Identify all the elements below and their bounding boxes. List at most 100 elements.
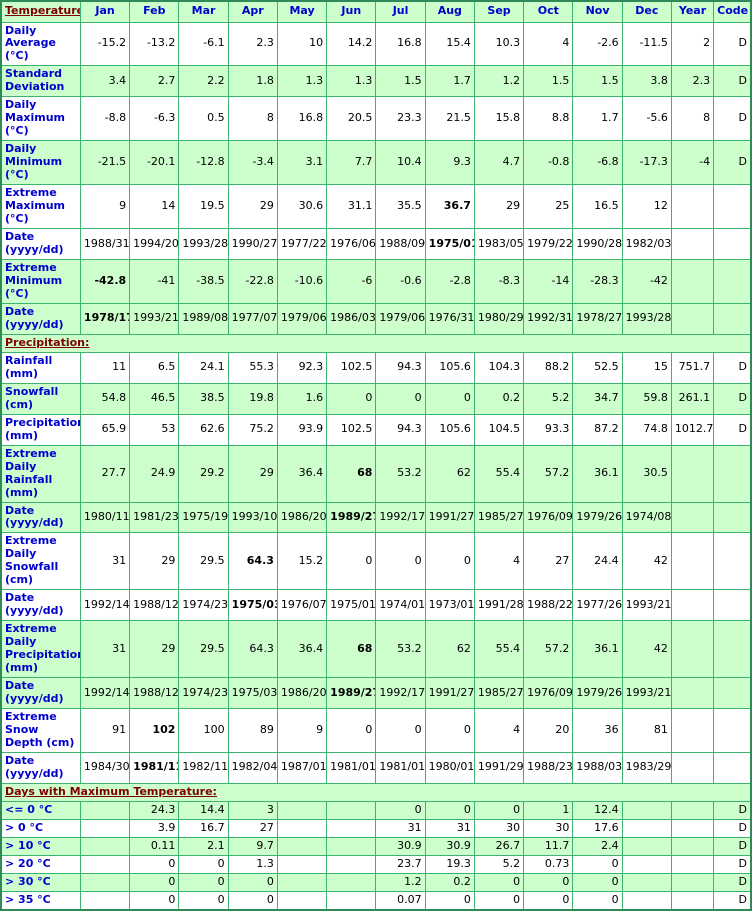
cell-aug: 1991/27 [424,501,475,534]
cell-code [713,259,752,304]
cell-dec: -5.6 [621,96,672,142]
cell-apr: 1993/10 [227,501,278,534]
cell-jan: 1988/31 [79,228,131,260]
cell-jan: 3.4 [79,65,131,98]
table-row: > 30 °C 0 0 0 1.2 0.2 0 0 0 D [0,872,752,892]
cell-dec: 1993/21 [621,589,672,622]
cell-oct: 8.8 [523,96,574,142]
cell-code: D [713,351,752,384]
section-header-row: Days with Maximum Temperature: [0,782,752,802]
row-label: > 35 °C [0,890,81,911]
cell-jan [79,836,131,856]
table-row: Date (yyyy/dd) 1978/17 1993/21 1989/08 1977/… [0,302,752,335]
cell-mar: -6.1 [178,21,229,67]
cell-jan [79,818,131,838]
cell-code: D [713,872,752,892]
cell-code [713,302,752,335]
cell-aug: 62 [424,620,475,679]
cell-dec: 42 [621,532,672,591]
cell-jun: 0 [326,532,377,591]
table-row: Date (yyyy/dd) 1980/11 1981/23 1975/19 1993/… [0,501,752,534]
cell-jun: 0 [326,708,377,753]
cell-year: -4 [670,140,715,186]
cell-may: 1.6 [276,382,328,415]
cell-nov: -28.3 [572,259,623,304]
cell-mar: 2.2 [178,65,229,98]
row-label: Daily Maximum (°C) [0,96,81,142]
cell-apr: 0 [227,890,278,911]
cell-aug: 0 [424,532,475,591]
header-month-may: May [276,0,328,23]
cell-code: D [713,21,752,67]
cell-sep: 55.4 [473,444,525,503]
cell-may: 15.2 [276,532,328,591]
header-month-oct: Oct [523,0,574,23]
cell-jul: 10.4 [375,140,426,186]
cell-nov: 12.4 [572,800,623,820]
cell-jun [326,854,377,874]
cell-oct: 93.3 [523,413,574,446]
cell-dec: 42 [621,620,672,679]
header-temperature-label: Temperature: [0,0,81,23]
cell-oct: 57.2 [523,444,574,503]
cell-jan: 1992/14 [79,677,131,710]
cell-nov: 16.5 [572,184,623,230]
cell-oct: -14 [523,259,574,304]
cell-jun: -6 [326,259,377,304]
cell-sep: 4 [473,532,525,591]
cell-feb: 29 [129,532,180,591]
cell-code: D [713,140,752,186]
cell-feb: -13.2 [129,21,180,67]
cell-jun: 1989/27 [326,677,377,710]
cell-may: 3.1 [276,140,328,186]
cell-year [670,620,715,679]
cell-year [670,184,715,230]
cell-jun: 68 [326,620,377,679]
cell-aug: -2.8 [424,259,475,304]
cell-oct: 30 [523,818,574,838]
cell-sep: 55.4 [473,620,525,679]
cell-may: 1979/06 [276,302,328,335]
cell-apr: 89 [227,708,278,753]
cell-jun: 1981/01+ [326,751,377,784]
row-label: > 30 °C [0,872,81,892]
cell-dec [621,854,672,874]
cell-nov: 0 [572,854,623,874]
cell-jan: 1984/30 [79,751,131,784]
cell-dec: 1993/28 [621,302,672,335]
cell-sep: 30 [473,818,525,838]
cell-jul: 0 [375,800,426,820]
cell-code: D [713,800,752,820]
cell-oct: 0.73 [523,854,574,874]
cell-oct: 1988/22 [523,589,574,622]
cell-jan: 31 [79,620,131,679]
cell-oct: 1.5 [523,65,574,98]
table-row: > 35 °C 0 0 0 0.07 0 0 0 0 D [0,890,752,911]
header-month-feb: Feb [129,0,180,23]
cell-dec: 74.8 [621,413,672,446]
cell-aug: 0 [424,382,475,415]
cell-apr: 64.3 [227,620,278,679]
cell-jun: 1989/27 [326,501,377,534]
cell-dec: 1993/21 [621,677,672,710]
cell-mar: 1993/28 [178,228,229,260]
cell-year [670,890,715,911]
cell-dec [621,800,672,820]
row-label: Extreme Daily Precipitation (mm) [0,620,81,679]
cell-sep: 1985/27 [473,501,525,534]
cell-jan: 1978/17 [79,302,131,335]
cell-apr: 55.3 [227,351,278,384]
cell-dec: -17.3 [621,140,672,186]
header-code: Code [713,0,752,23]
cell-jul: 53.2 [375,444,426,503]
cell-nov: 17.6 [572,818,623,838]
cell-oct: 1976/09 [523,501,574,534]
cell-jul: 1.2 [375,872,426,892]
cell-apr: 1.8 [227,65,278,98]
cell-jun [326,890,377,911]
cell-feb: 1988/12 [129,677,180,710]
cell-feb: 0.11 [129,836,180,856]
cell-feb: 102 [129,708,180,753]
cell-jul: 53.2 [375,620,426,679]
cell-sep: 10.3 [473,21,525,67]
